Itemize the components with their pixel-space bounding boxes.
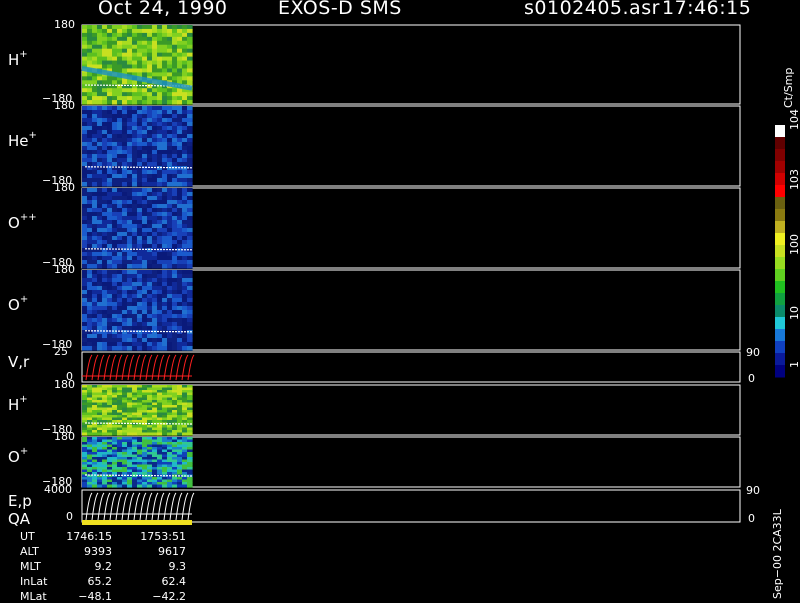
info-label-1: ALT bbox=[20, 545, 39, 558]
colorbar-cell bbox=[775, 209, 785, 222]
spectrogram-o-plus-plus bbox=[82, 188, 193, 269]
header-title: EXOS-D SMS bbox=[278, 0, 402, 19]
info-label-4: MLat bbox=[20, 590, 47, 603]
ytick-top-h-plus-2: 180 bbox=[54, 378, 75, 391]
info-value-end-3: 62.4 bbox=[161, 575, 187, 588]
header-file: s0102405.asr bbox=[524, 0, 660, 19]
colorbar-cell bbox=[775, 281, 785, 294]
colorbar-cell bbox=[775, 137, 785, 150]
info-value-start-1: 9393 bbox=[84, 545, 112, 558]
ytick-top-o-plus-1: 180 bbox=[54, 263, 75, 276]
colorbar-cell bbox=[775, 245, 785, 258]
ytick-top-o-plus-2: 180 bbox=[54, 430, 75, 443]
info-value-end-1: 9617 bbox=[158, 545, 186, 558]
panel-label-he-plus: He+ bbox=[8, 130, 37, 150]
spectrogram-o-plus-2 bbox=[82, 437, 193, 488]
colorbar-cell bbox=[775, 329, 785, 342]
spectrogram-h-plus-2 bbox=[82, 385, 193, 436]
info-value-end-0: 1753:51 bbox=[140, 530, 186, 543]
ytick-top-o-plus-plus: 180 bbox=[54, 181, 75, 194]
colorbar-cell bbox=[775, 305, 785, 318]
colorbar-cell bbox=[775, 221, 785, 234]
panel-label-h-plus-1: H+ bbox=[8, 48, 28, 69]
colorbar-cell bbox=[775, 197, 785, 210]
colorbar-unit: Ct/Smp bbox=[782, 67, 795, 108]
colorbar-tick-1: 10 bbox=[788, 306, 800, 320]
panel-label-o-plus-2: O+ bbox=[8, 446, 29, 466]
panel-label-o-plus-plus: O++ bbox=[8, 212, 37, 232]
y2tick-top-ep: 90 bbox=[746, 484, 760, 497]
colorbar-cell bbox=[775, 341, 785, 354]
colorbar-cell bbox=[775, 269, 785, 282]
colorbar-cell bbox=[775, 185, 785, 198]
info-value-start-4: −48.1 bbox=[78, 590, 112, 603]
colorbar-tick-2: 100 bbox=[788, 234, 800, 255]
colorbar-cell bbox=[775, 365, 785, 378]
colorbar-cell bbox=[775, 149, 785, 162]
panel-label-vr: V,r bbox=[8, 353, 30, 371]
header-time: 17:46:15 bbox=[662, 0, 752, 19]
ytick-bottom-ep: 0 bbox=[66, 510, 73, 523]
trace-ep bbox=[85, 492, 195, 521]
plot-stage: Oct 24, 1990 EXOS-D SMS s0102405.asr 17:… bbox=[0, 0, 800, 603]
footer-code: Sep−00 2CA33L bbox=[771, 509, 784, 599]
info-value-start-0: 1746:15 bbox=[66, 530, 112, 543]
colorbar-cell bbox=[775, 353, 785, 366]
spectrogram-plot bbox=[81, 24, 785, 525]
panel-label-o-plus-1: O+ bbox=[8, 294, 29, 314]
ytick-top-he-plus: 180 bbox=[54, 99, 75, 112]
colorbar-cell bbox=[775, 257, 785, 270]
qa-bar bbox=[82, 520, 192, 525]
colorbar-tick-4: 104 bbox=[788, 109, 800, 130]
ytick-top-vr: 25 bbox=[54, 345, 68, 358]
info-value-start-2: 9.2 bbox=[94, 560, 113, 573]
colorbar-cell bbox=[775, 233, 785, 246]
info-label-0: UT bbox=[20, 530, 35, 543]
info-label-2: MLT bbox=[20, 560, 41, 573]
spectrogram-o-plus-1 bbox=[82, 270, 193, 351]
info-value-start-3: 65.2 bbox=[87, 575, 113, 588]
colorbar-cell bbox=[775, 125, 785, 138]
colorbar-cell bbox=[775, 317, 785, 330]
colorbar-cell bbox=[775, 293, 785, 306]
info-value-end-2: 9.3 bbox=[168, 560, 187, 573]
y2tick-top-vr: 90 bbox=[746, 346, 760, 359]
y2tick-bottom-ep: 0 bbox=[748, 512, 755, 525]
spectrogram-h-plus-1 bbox=[82, 25, 193, 105]
header-date: Oct 24, 1990 bbox=[98, 0, 228, 19]
panel-label-qa: QA bbox=[8, 510, 31, 528]
panel-label-ep: E,p bbox=[8, 492, 32, 510]
ytick-top-ep: 4000 bbox=[44, 483, 72, 496]
colorbar-tick-3: 103 bbox=[788, 169, 800, 190]
info-label-3: InLat bbox=[20, 575, 48, 588]
panel-label-h-plus-2: H+ bbox=[8, 394, 28, 414]
colorbar-cell bbox=[775, 161, 785, 174]
info-value-end-4: −42.2 bbox=[152, 590, 186, 603]
y2tick-bottom-vr: 0 bbox=[748, 372, 755, 385]
colorbar-tick-0: 1 bbox=[788, 361, 800, 368]
colorbar-cell bbox=[775, 173, 785, 186]
ytick-top-h-plus-1: 180 bbox=[54, 18, 75, 31]
spectrogram-he-plus bbox=[82, 106, 193, 187]
